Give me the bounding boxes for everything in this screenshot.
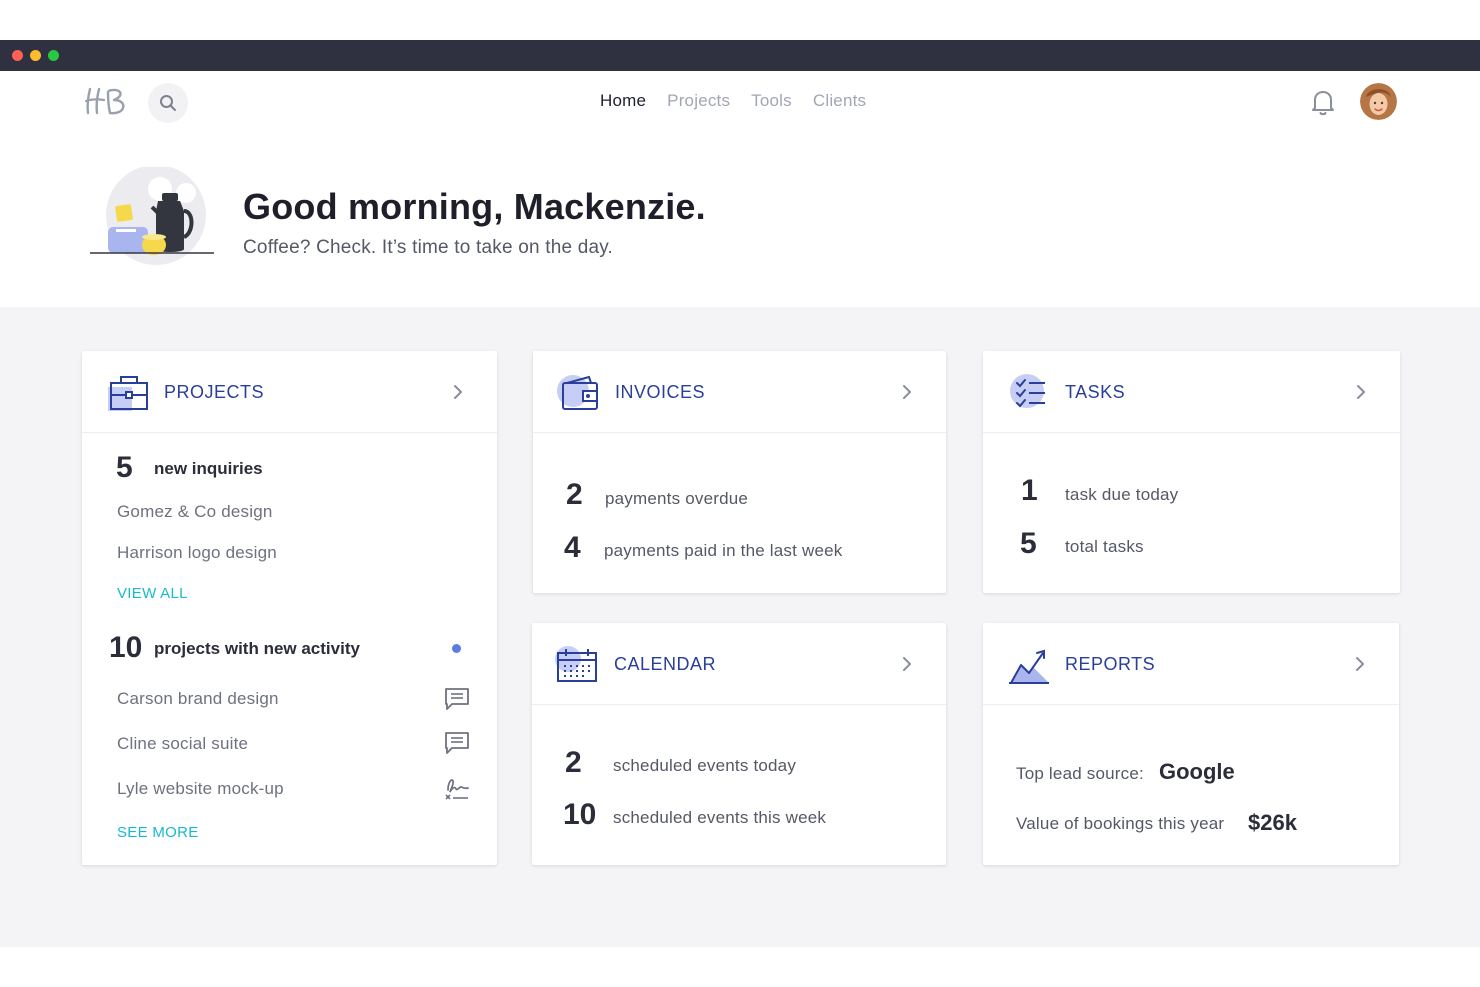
events-week-label: scheduled events this week: [613, 808, 827, 827]
view-all-link[interactable]: VIEW ALL: [117, 585, 188, 602]
nav-projects[interactable]: Projects: [667, 91, 730, 111]
bookings-value: $26k: [1248, 810, 1297, 835]
see-more-link[interactable]: SEE MORE: [117, 824, 199, 841]
lead-source-label: Top lead source:: [1016, 764, 1144, 783]
message-icon[interactable]: [444, 731, 470, 755]
dashboard: PROJECTS 5 new inquiries Gomez & Co desi…: [0, 307, 1480, 947]
projects-card-header[interactable]: PROJECTS: [82, 351, 497, 433]
activity-item[interactable]: Cline social suite: [117, 734, 248, 754]
window-minimize-button[interactable]: [30, 50, 41, 61]
invoices-overdue-count: 2: [566, 478, 583, 511]
search-icon: [160, 95, 176, 111]
window-maximize-button[interactable]: [48, 50, 59, 61]
tasks-due-count: 1: [1021, 474, 1038, 507]
tasks-total-label: total tasks: [1065, 537, 1144, 556]
inquiry-item[interactable]: Gomez & Co design: [117, 502, 273, 522]
events-today-label: scheduled events today: [613, 756, 797, 775]
app-window: HB Home Projects Tools Clients Good morn…: [0, 71, 1480, 947]
tasks-due-label: task due today: [1065, 485, 1179, 504]
nav-clients[interactable]: Clients: [813, 91, 866, 111]
notification-bell-icon[interactable]: [1310, 88, 1336, 116]
window-close-button[interactable]: [12, 50, 23, 61]
signature-icon[interactable]: [444, 776, 470, 800]
inquiry-item[interactable]: Harrison logo design: [117, 543, 277, 563]
calendar-icon: [555, 646, 597, 682]
window-titlebar: [0, 40, 1480, 71]
invoices-overdue-label: payments overdue: [605, 489, 749, 508]
chart-growth-icon: [1009, 649, 1049, 684]
inquiries-label: new inquiries: [154, 459, 263, 478]
wallet-icon: [557, 375, 598, 410]
invoices-paid-count: 4: [564, 531, 581, 564]
coffee-illustration: [90, 167, 214, 265]
greeting-subtitle: Coffee? Check. It’s time to take on the …: [243, 237, 614, 258]
invoices-card: INVOICES 2 payments overdue 4 payments p…: [533, 351, 946, 593]
bookings-label: Value of bookings this year: [1016, 814, 1225, 833]
invoices-card-title: INVOICES: [615, 382, 706, 402]
projects-card: PROJECTS 5 new inquiries Gomez & Co desi…: [82, 351, 497, 865]
user-avatar[interactable]: [1360, 83, 1397, 120]
activity-label: projects with new activity: [154, 639, 360, 658]
main-nav: Home Projects Tools Clients: [600, 91, 866, 111]
chevron-right-icon: [903, 385, 911, 399]
lead-source-value: Google: [1159, 759, 1235, 784]
new-activity-dot: [452, 644, 461, 653]
reports-card-title: REPORTS: [1065, 654, 1156, 674]
tasks-total-count: 5: [1020, 527, 1037, 560]
nav-tools[interactable]: Tools: [751, 91, 792, 111]
message-icon[interactable]: [444, 687, 470, 711]
tasks-card-header[interactable]: TASKS: [983, 351, 1400, 433]
chevron-right-icon: [454, 385, 462, 399]
invoices-paid-label: payments paid in the last week: [604, 541, 843, 560]
activity-item[interactable]: Carson brand design: [117, 689, 279, 709]
reports-card-header[interactable]: REPORTS: [983, 623, 1399, 705]
inquiries-count: 5: [116, 451, 133, 484]
chevron-right-icon: [1356, 657, 1364, 671]
greeting-title: Good morning, Mackenzie.: [243, 186, 706, 227]
invoices-card-header[interactable]: INVOICES: [533, 351, 946, 433]
logo-text: HB: [84, 85, 86, 86]
calendar-card: CALENDAR 2 scheduled events today 10 sch…: [532, 623, 946, 865]
chevron-right-icon: [1357, 385, 1365, 399]
chevron-right-icon: [903, 657, 911, 671]
tasks-card: TASKS 1 task due today 5 total tasks: [983, 351, 1400, 593]
honeybook-logo[interactable]: HB: [84, 85, 128, 117]
page-bottom: [0, 947, 1480, 987]
activity-count: 10: [109, 631, 143, 664]
search-button[interactable]: [148, 83, 188, 123]
reports-card: REPORTS Top lead source: Google Value of…: [983, 623, 1399, 865]
calendar-card-header[interactable]: CALENDAR: [532, 623, 946, 705]
briefcase-icon: [108, 376, 148, 411]
activity-item[interactable]: Lyle website mock-up: [117, 779, 284, 799]
events-today-count: 2: [565, 746, 582, 779]
nav-home[interactable]: Home: [600, 91, 646, 111]
calendar-card-title: CALENDAR: [614, 654, 717, 674]
projects-card-title: PROJECTS: [164, 382, 265, 402]
events-week-count: 10: [563, 798, 597, 831]
tasks-card-title: TASKS: [1065, 382, 1126, 402]
checklist-icon: [1010, 374, 1045, 408]
